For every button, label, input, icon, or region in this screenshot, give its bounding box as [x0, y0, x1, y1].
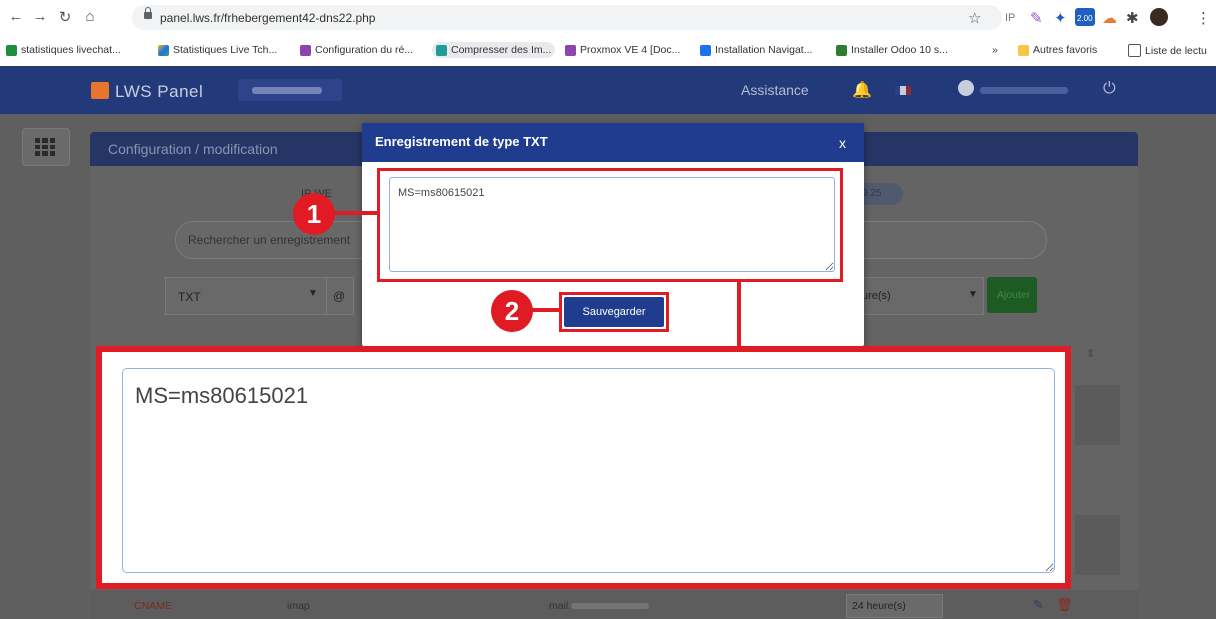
forward-arrow-icon[interactable]: →	[30, 8, 50, 25]
bookmark-item[interactable]: Statistiques Live Tch...	[158, 44, 277, 56]
bookmark-favicon-icon	[436, 44, 447, 56]
bookmark-item[interactable]: Compresser des Im...	[432, 42, 556, 58]
folder-icon	[1018, 44, 1029, 56]
chevron-down-icon: ▼	[308, 288, 318, 299]
app-logo-text[interactable]: LWS Panel	[115, 82, 203, 102]
ext-puzzle-icon[interactable]: ✦	[1054, 9, 1067, 27]
step-badge-1: 1	[293, 193, 335, 235]
back-arrow-icon[interactable]: ←	[6, 8, 26, 25]
drive-icon	[158, 44, 169, 56]
record-ttl-value: 24 heure(s)	[852, 600, 906, 612]
txt-value-textarea[interactable]: MS=ms80615021	[389, 177, 835, 272]
save-button[interactable]: Sauvegarder	[564, 297, 664, 327]
modal-close-button[interactable]: x	[839, 135, 846, 151]
ext-pen-icon[interactable]: ✎	[1030, 9, 1043, 27]
record-type-value: TXT	[178, 290, 201, 304]
reading-list[interactable]: Liste de lectu	[1128, 44, 1207, 57]
record-type-cell: CNAME	[134, 600, 172, 612]
ip-badge-text: 9.25	[862, 188, 882, 199]
reading-list-icon	[1128, 44, 1141, 57]
menu-icon[interactable]: ⋮	[1196, 9, 1211, 27]
add-record-label: Ajouter	[997, 289, 1031, 301]
bookmark-item[interactable]: Installation Navigat...	[700, 44, 812, 56]
edit-pencil-icon[interactable]: ✎	[1033, 597, 1044, 613]
notification-bell-icon[interactable]: 🔔	[852, 80, 872, 100]
reload-icon[interactable]: ↻	[55, 8, 75, 26]
bookmark-folder[interactable]: Autres favoris	[1018, 44, 1097, 56]
table-row-stripe	[1075, 515, 1120, 575]
ext-ip-icon[interactable]: IP	[1005, 12, 1015, 24]
power-icon[interactable]: ⏻	[1103, 80, 1116, 98]
url-text[interactable]: panel.lws.fr/frhebergement42-dns22.php	[160, 11, 375, 25]
bookmarks-overflow[interactable]: »	[992, 44, 998, 56]
star-icon[interactable]: ☆	[968, 9, 981, 27]
at-symbol: @	[333, 289, 346, 303]
bookmark-item[interactable]: Configuration du ré...	[300, 44, 413, 56]
sort-icon[interactable]: ⇕	[1086, 347, 1095, 360]
bookmark-favicon-icon	[300, 44, 311, 56]
account-name-redacted	[252, 87, 322, 94]
table-row-stripe	[1075, 385, 1120, 445]
user-name-redacted	[980, 87, 1068, 94]
lws-logo-icon	[91, 82, 109, 99]
bookmark-favicon-icon	[565, 44, 576, 56]
chevron-down-icon: ▼	[968, 289, 978, 300]
extensions-icon[interactable]: ✱	[1126, 9, 1139, 27]
ext-cloud-icon[interactable]: ☁	[1102, 9, 1117, 27]
bookmark-favicon-icon	[836, 44, 847, 56]
user-icon[interactable]	[958, 80, 974, 96]
record-target-redacted	[571, 603, 649, 609]
record-target-cell: mail.	[549, 600, 572, 612]
ext-badge-label: 2.00	[1077, 14, 1093, 23]
sheets-icon	[6, 44, 17, 56]
bookmark-favicon-icon	[700, 44, 711, 56]
grid-icon	[35, 138, 55, 156]
assistance-link[interactable]: Assistance	[741, 82, 809, 98]
callout-line	[333, 211, 377, 215]
callout-line	[737, 282, 741, 346]
lock-icon	[144, 7, 152, 19]
profile-avatar[interactable]	[1150, 8, 1168, 26]
callout-line	[531, 308, 559, 312]
bookmark-item[interactable]: Installer Odoo 10 s...	[836, 44, 948, 56]
modal-title: Enregistrement de type TXT	[375, 134, 548, 149]
record-search-placeholder: Rechercher un enregistrement	[188, 233, 351, 247]
card-title: Configuration / modification	[108, 141, 278, 157]
record-name-cell: imap	[287, 600, 310, 612]
ttl-value: ure(s)	[862, 290, 891, 302]
step-badge-2: 2	[491, 290, 533, 332]
language-flag-icon[interactable]	[895, 86, 911, 95]
delete-trash-icon[interactable]: 🗑	[1056, 597, 1073, 613]
home-icon[interactable]: ⌂	[80, 8, 100, 25]
bookmark-item[interactable]: statistiques livechat...	[6, 44, 121, 56]
zoomed-txt-value-textarea[interactable]: MS=ms80615021	[122, 368, 1055, 573]
bookmark-item[interactable]: Proxmox VE 4 [Doc...	[565, 44, 680, 56]
